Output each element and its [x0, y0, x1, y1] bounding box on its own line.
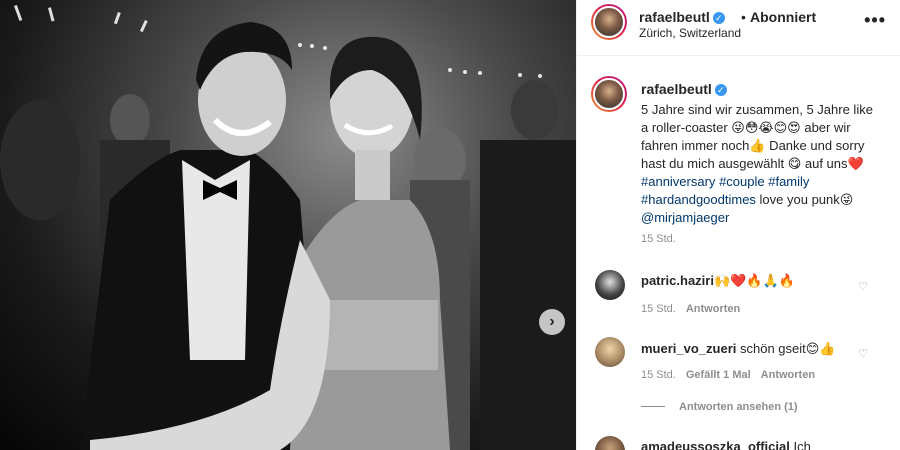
- caption-username-text[interactable]: rafaelbeutl: [641, 81, 712, 97]
- comment-content: Ich: [793, 439, 811, 450]
- following-button[interactable]: Abonniert: [750, 9, 816, 25]
- post-header: rafaelbeutl ✓ • Abonniert Zürich, Switzer…: [577, 0, 900, 56]
- comment-meta: 15 Std. Gefällt 1 Mal Antworten: [641, 369, 825, 381]
- hashtag-link[interactable]: #anniversary: [641, 174, 715, 189]
- heart-icon[interactable]: ♡: [858, 347, 868, 360]
- chevron-right-icon: ›: [549, 313, 555, 330]
- comment-content: schön gseit😊👍: [740, 341, 836, 356]
- comment-meta: 15 Std. Antworten: [641, 303, 750, 315]
- caption-text: rafaelbeutl ✓ 5 Jahre sind wir zusammen, …: [641, 80, 881, 227]
- separator-dot: •: [741, 9, 746, 25]
- heart-icon[interactable]: ♡: [858, 280, 868, 293]
- verified-badge-icon: ✓: [712, 12, 725, 24]
- next-photo-button[interactable]: ›: [539, 309, 565, 335]
- hashtag-link[interactable]: #family: [768, 174, 809, 189]
- comment-text: patric.haziri🙌❤️🔥🙏🔥: [641, 272, 795, 290]
- author-avatar[interactable]: [591, 4, 627, 40]
- hashtag-link[interactable]: #hardandgoodtimes: [641, 192, 756, 207]
- caption-line: love you punk😜: [759, 192, 854, 207]
- caption-avatar[interactable]: [591, 76, 627, 112]
- mention-link[interactable]: @mirjamjaeger: [641, 210, 729, 225]
- comment-timestamp[interactable]: 15 Std.: [641, 369, 676, 381]
- view-replies-label[interactable]: Antworten ansehen (1): [679, 401, 798, 413]
- comment-text: mueri_vo_zueri schön gseit😊👍: [641, 340, 836, 358]
- commenter-avatar[interactable]: [595, 436, 625, 450]
- author-username-text[interactable]: rafaelbeutl: [639, 9, 710, 25]
- divider-line: [641, 406, 665, 407]
- couple-photo-illustration: [0, 4, 576, 450]
- commenter-avatar[interactable]: [595, 337, 625, 367]
- caption-timestamp[interactable]: 15 Std.: [641, 233, 676, 245]
- post-location[interactable]: Zürich, Switzerland: [639, 26, 741, 40]
- commenter-username[interactable]: mueri_vo_zueri: [641, 341, 736, 356]
- post-details-panel: rafaelbeutl ✓ • Abonniert Zürich, Switzer…: [576, 0, 900, 450]
- verified-badge-icon: ✓: [714, 84, 727, 96]
- commenter-username[interactable]: amadeussoszka_official: [641, 439, 790, 450]
- caption-username[interactable]: rafaelbeutl ✓: [641, 80, 881, 98]
- reply-button[interactable]: Antworten: [761, 369, 815, 381]
- commenter-username[interactable]: patric.haziri: [641, 273, 714, 288]
- more-options-icon[interactable]: •••: [864, 10, 886, 31]
- commenter-avatar[interactable]: [595, 270, 625, 300]
- reply-button[interactable]: Antworten: [686, 303, 740, 315]
- hashtag-link[interactable]: #couple: [719, 174, 765, 189]
- view-replies-button[interactable]: Antworten ansehen (1): [641, 401, 798, 413]
- post-photo[interactable]: ›: [0, 0, 576, 450]
- comment-content: 🙌❤️🔥🙏🔥: [713, 273, 795, 288]
- author-username[interactable]: rafaelbeutl ✓: [639, 9, 725, 25]
- comment-timestamp[interactable]: 15 Std.: [641, 303, 676, 315]
- comment-text: amadeussoszka_official Ich: [641, 438, 811, 450]
- comment-likes[interactable]: Gefällt 1 Mal: [686, 369, 751, 381]
